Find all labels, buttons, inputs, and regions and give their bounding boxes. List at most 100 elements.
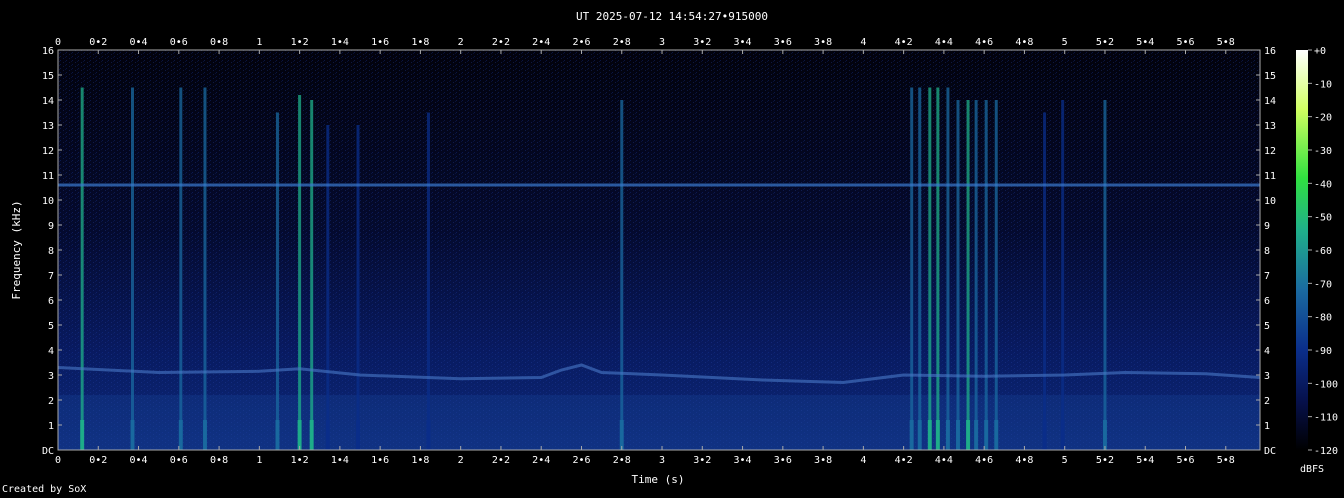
y-tick-label: 10 xyxy=(1264,196,1276,207)
impulse-base-mark xyxy=(955,420,960,450)
colorbar-label: dBFS xyxy=(1300,464,1324,475)
colorbar-tick-label: -50 xyxy=(1314,213,1332,224)
impulse-base-mark xyxy=(994,420,999,450)
impulse-base-mark xyxy=(325,420,330,450)
impulse-base-mark xyxy=(130,420,135,450)
impulse-mark xyxy=(130,87,134,450)
x-tick-label: 4•4 xyxy=(935,455,953,466)
y-tick-label: 16 xyxy=(42,46,54,57)
impulse-base-mark xyxy=(966,420,971,450)
y-tick-label: 4 xyxy=(1264,346,1270,357)
impulse-base-mark xyxy=(909,420,914,450)
x-tick-label: 1•8 xyxy=(411,37,429,48)
x-tick-label: 3•6 xyxy=(774,455,792,466)
impulse-base-mark xyxy=(1042,420,1047,450)
colorbar-tick-label: +0 xyxy=(1314,46,1326,57)
x-tick-label: 2•4 xyxy=(532,37,550,48)
impulse-base-mark xyxy=(935,420,940,450)
x-tick-label: 0•4 xyxy=(130,37,148,48)
impulse-base-mark xyxy=(178,420,183,450)
y-tick-label: 1 xyxy=(48,421,54,432)
x-tick-label: 5•8 xyxy=(1217,37,1235,48)
spectrogram-chart: UT 2025-07-12 14:54:27•915000 0 0•2 0•4 0•6… xyxy=(10,10,1338,486)
y-tick-label: 4 xyxy=(48,346,54,357)
x-tick-label: 2•4 xyxy=(532,455,550,466)
impulse-mark xyxy=(1103,100,1107,450)
colorbar-gradient xyxy=(1296,50,1308,450)
y-tick-label: 15 xyxy=(1264,71,1276,82)
impulse-base-mark xyxy=(309,420,314,450)
y-tick-label: 12 xyxy=(1264,146,1276,157)
y-tick-label: 11 xyxy=(1264,171,1276,182)
y-tick-label: 9 xyxy=(48,221,54,232)
impulse-mark xyxy=(946,87,950,450)
impulse-base-mark xyxy=(355,420,360,450)
colorbar-tick-label: -90 xyxy=(1314,346,1332,357)
x-tick-label: 1 xyxy=(256,455,262,466)
y-tick-label: 13 xyxy=(42,121,54,132)
x-tick-label: 5 xyxy=(1062,37,1068,48)
tone-line xyxy=(58,183,1260,187)
y-tick-label: 6 xyxy=(1264,296,1270,307)
x-tick-label: 2•8 xyxy=(613,455,631,466)
colorbar-tick-label: -120 xyxy=(1314,446,1338,457)
impulse-mark xyxy=(80,87,84,450)
y-tick-label: 13 xyxy=(1264,121,1276,132)
x-tick-label: 5•6 xyxy=(1176,455,1194,466)
x-axis-label: Time (s) xyxy=(632,473,685,486)
x-tick-label: 1•4 xyxy=(331,37,349,48)
impulse-mark xyxy=(179,87,183,450)
impulse-mark xyxy=(275,112,279,450)
impulse-mark xyxy=(918,87,922,450)
y-tick-label: 2 xyxy=(1264,396,1270,407)
x-tick-label: 3•2 xyxy=(693,455,711,466)
x-tick-label: 2 xyxy=(458,455,464,466)
x-tick-label: 1•6 xyxy=(371,455,389,466)
x-tick-label: 1 xyxy=(256,37,262,48)
x-tick-label: 1•4 xyxy=(331,455,349,466)
impulse-base-mark xyxy=(917,420,922,450)
impulse-mark xyxy=(1043,112,1047,450)
x-tick-label: 1•8 xyxy=(411,455,429,466)
x-tick-label: 5•4 xyxy=(1136,37,1154,48)
y-tick-label: 7 xyxy=(1264,271,1270,282)
impulse-base-mark xyxy=(297,420,302,450)
impulse-base-mark xyxy=(945,420,950,450)
impulse-base-mark xyxy=(974,420,979,450)
y-tick-label: 7 xyxy=(48,271,54,282)
x-tick-label: 4•6 xyxy=(975,37,993,48)
y-tick-label: 5 xyxy=(48,321,54,332)
impulse-mark xyxy=(966,100,970,450)
impulse-mark xyxy=(356,125,360,450)
x-tick-label: 4 xyxy=(860,37,866,48)
x-tick-label: 3•8 xyxy=(814,37,832,48)
y-tick-label: 5 xyxy=(1264,321,1270,332)
x-tick-label: 3•4 xyxy=(734,37,752,48)
impulse-mark xyxy=(1061,100,1065,450)
spectrogram-noise xyxy=(58,50,1260,450)
chart-title: UT 2025-07-12 14:54:27•915000 xyxy=(576,10,768,23)
x-tick-label: 0•8 xyxy=(210,455,228,466)
colorbar-ticks: +0 -10 -20 -30 -40 -50 -60 -70 -80 -90 -100 -110 -12… xyxy=(1308,46,1338,457)
x-tick-label: 2•6 xyxy=(572,37,590,48)
x-tick-label: 2•2 xyxy=(492,455,510,466)
x-tick-label: 1•6 xyxy=(371,37,389,48)
x-tick-label: 5•8 xyxy=(1217,455,1235,466)
plot-area xyxy=(57,49,1261,451)
impulse-base-mark xyxy=(927,420,932,450)
y-tick-label: 3 xyxy=(48,371,54,382)
y-tick-label: 8 xyxy=(48,246,54,257)
x-tick-label: 5•4 xyxy=(1136,455,1154,466)
x-tick-label: 0•4 xyxy=(130,455,148,466)
x-tick-label: 3•4 xyxy=(734,455,752,466)
impulse-mark xyxy=(994,100,998,450)
impulse-base-mark xyxy=(80,420,85,450)
colorbar-tick-label: -60 xyxy=(1314,246,1332,257)
x-tick-label: 3•2 xyxy=(693,37,711,48)
footer-credit: Created by SoX xyxy=(2,484,87,495)
x-tick-label: 5•2 xyxy=(1096,37,1114,48)
x-tick-label: 2•8 xyxy=(613,37,631,48)
colorbar-tick-label: -20 xyxy=(1314,113,1332,124)
low-frequency-band xyxy=(58,395,1260,450)
x-tick-label: 0 xyxy=(55,37,61,48)
